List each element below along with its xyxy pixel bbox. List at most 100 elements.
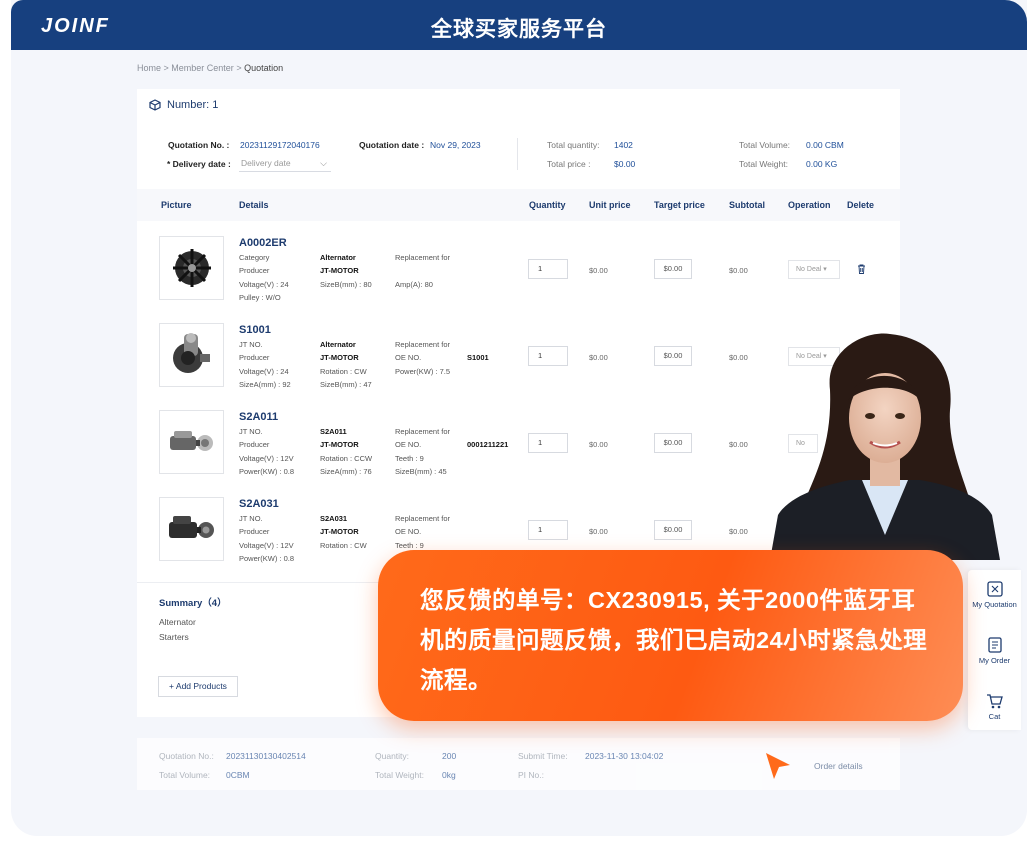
quotation-no-label: Quotation No. : (168, 140, 230, 150)
total-weight-value: 0.00 KG (806, 159, 838, 169)
detail-label: JT NO. (239, 340, 263, 349)
detail-value: SizeA(mm) : 92 (239, 380, 291, 389)
quotation-icon (986, 581, 1003, 597)
detail-label: Replacement for (395, 340, 451, 349)
prev-submit-time: 2023-11-30 13:04:02 (585, 751, 664, 761)
col-subtotal: Subtotal (729, 200, 765, 210)
col-picture: Picture (161, 200, 192, 210)
breadcrumb-home[interactable]: Home (137, 63, 161, 73)
detail-jt-no: S2A011 (320, 427, 347, 436)
quantity-input[interactable]: 1 (528, 346, 568, 366)
detail-value: Rotation : CW (320, 367, 367, 376)
prev-weight-label: Total Weight: (375, 770, 424, 780)
product-image-starter[interactable] (159, 323, 224, 387)
quotation-number: Number: 1 (167, 99, 219, 111)
chevron-down-icon: ⌵ (320, 158, 327, 168)
order-details-link[interactable]: Order details (814, 761, 863, 771)
target-price-input[interactable]: $0.00 (654, 433, 692, 453)
total-price-value: $0.00 (614, 159, 636, 169)
my-order-button[interactable]: My Order (968, 636, 1021, 665)
feedback-message-bubble: 您反馈的单号：CX230915, 关于2000件蓝牙耳机的质量问题反馈，我们已启… (378, 550, 963, 721)
prev-quantity-label: Quantity: (375, 751, 410, 761)
my-order-label: My Order (978, 656, 1011, 665)
cart-label: Cat (988, 712, 1001, 721)
detail-oe-no: 0001211221 (467, 440, 509, 449)
my-quotation-button[interactable]: My Quotation (968, 580, 1021, 609)
col-delete: Delete (847, 200, 875, 210)
table-row: A0002ER Category Producer Voltage(V) : 2… (137, 223, 900, 310)
operation-select[interactable]: No Deal ▾ (788, 260, 840, 279)
detail-value: Voltage(V) : 24 (239, 367, 289, 376)
quotation-number-heading: Number: 1 (149, 99, 218, 111)
detail-value: Power(KW) : 7.5 (395, 367, 451, 376)
detail-value: Voltage(V) : 12V (239, 454, 294, 463)
product-code[interactable]: S1001 (239, 324, 271, 336)
prev-volume: 0CBM (226, 770, 250, 780)
platform-title: 全球买家服务平台 (431, 18, 607, 41)
detail-value: Teeth : 9 (395, 454, 424, 463)
detail-label: Replacement for (395, 427, 451, 436)
quantity-input[interactable]: 1 (528, 259, 568, 279)
subtotal: $0.00 (729, 527, 748, 536)
total-quantity-value: 1402 (614, 140, 633, 150)
detail-value: SizeB(mm) : 45 (395, 467, 447, 476)
target-price-input[interactable]: $0.00 (654, 346, 692, 366)
feedback-message-text: 您反馈的单号：CX230915, 关于2000件蓝牙耳机的质量问题反馈，我们已启… (420, 587, 928, 693)
unit-price: $0.00 (589, 353, 608, 362)
detail-value: Power(KW) : 0.8 (239, 467, 295, 476)
prev-quotation-no: 20231130130402514 (226, 751, 306, 761)
prev-quantity: 200 (442, 751, 457, 761)
product-image-starter[interactable] (159, 497, 224, 561)
meta-divider (517, 138, 518, 170)
detail-label: JT NO. (239, 427, 263, 436)
detail-label: Producer (239, 266, 270, 275)
delivery-date-picker[interactable]: Delivery date ⌵ (239, 155, 331, 172)
detail-label: Producer (239, 527, 270, 536)
target-price-input[interactable]: $0.00 (654, 520, 692, 540)
prev-pi-label: PI No.: (518, 770, 544, 780)
target-price-input[interactable]: $0.00 (654, 259, 692, 279)
product-image-alternator[interactable] (159, 236, 224, 300)
detail-label: Replacement for (395, 514, 451, 523)
product-code[interactable]: A0002ER (239, 237, 287, 249)
quantity-input[interactable]: 1 (528, 433, 568, 453)
my-quotation-label: My Quotation (972, 600, 1017, 609)
detail-value: Amp(A): 80 (395, 280, 433, 289)
chevron-down-icon: ▾ (823, 266, 827, 273)
detail-label: Producer (239, 440, 270, 449)
detail-producer: JT-MOTOR (320, 440, 359, 449)
detail-category: Alternator (320, 340, 356, 349)
detail-value: SizeA(mm) : 76 (320, 467, 372, 476)
detail-value: Rotation : CW (320, 541, 367, 550)
quantity-input[interactable]: 1 (528, 520, 568, 540)
detail-producer: JT-MOTOR (320, 353, 359, 362)
product-code[interactable]: S2A031 (239, 498, 279, 510)
breadcrumb-member-center[interactable]: Member Center (171, 63, 234, 73)
product-code[interactable]: S2A011 (239, 411, 278, 423)
trash-icon[interactable] (857, 264, 866, 274)
detail-value: SizeB(mm) : 47 (320, 380, 372, 389)
pointer-cursor-icon (766, 753, 790, 779)
summary-item: Alternator (159, 617, 196, 627)
detail-value: Pulley : W/O (239, 293, 281, 302)
subtotal: $0.00 (729, 440, 748, 449)
col-details: Details (239, 200, 269, 210)
detail-jt-no: S2A031 (320, 514, 348, 523)
cube-icon (149, 99, 161, 111)
prev-submit-label: Submit Time: (518, 751, 568, 761)
detail-label: Category (239, 253, 270, 262)
top-header-bar: JOINF 全球买家服务平台 (11, 0, 1027, 50)
product-image-starter[interactable] (159, 410, 224, 474)
order-list-icon (987, 637, 1002, 653)
add-products-button[interactable]: + Add Products (158, 676, 238, 697)
col-target-price: Target price (654, 200, 705, 210)
subtotal: $0.00 (729, 266, 748, 275)
detail-label: Replacement for (395, 253, 451, 262)
cart-button[interactable]: Cat (968, 692, 1021, 721)
delivery-date-label: * Delivery date : (167, 159, 231, 169)
detail-label: OE NO. (395, 440, 422, 449)
customer-service-avatar (770, 333, 1000, 560)
quotation-no-value: 20231129172040176 (240, 140, 320, 150)
subtotal: $0.00 (729, 353, 748, 362)
detail-category: Alternator (320, 253, 356, 262)
